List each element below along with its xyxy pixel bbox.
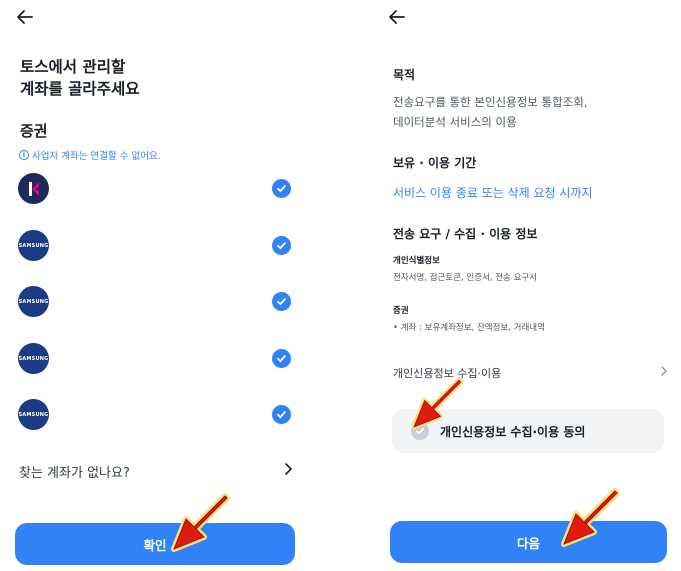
- page-title: 토스에서 관리할 계좌를 골라주세요: [20, 56, 139, 100]
- purpose-line-2: 데이터분석 서비스의 이용: [393, 115, 517, 129]
- selected-check-icon[interactable]: [272, 179, 291, 198]
- consent-screen: 목적 전송요구를 통한 본인신용정보 통합조회, 데이터분석 서비스의 이용 보…: [376, 0, 681, 571]
- chevron-right-icon: [283, 462, 293, 480]
- chevron-right-icon: [660, 365, 668, 380]
- notice-text: 사업자 계좌는 연결할 수 없어요.: [32, 151, 161, 162]
- missing-account-link[interactable]: 찾는 계좌가 없나요?: [19, 462, 293, 481]
- period-value: 서비스 이용 종료 또는 삭제 요청 시까지: [393, 186, 593, 200]
- back-button[interactable]: [386, 6, 408, 28]
- selected-check-icon[interactable]: [272, 405, 291, 424]
- samsung-logo-icon: SAMSUNG: [18, 399, 49, 430]
- red-arrow-annotation: [411, 377, 464, 430]
- confirm-button[interactable]: 확인: [15, 523, 295, 565]
- securities-value: • 계좌 : 보유계좌정보, 잔액정보, 거래내역: [393, 323, 545, 333]
- red-arrow-annotation: [561, 488, 620, 547]
- id-info-value: 전자서명, 접근토큰, 인증서, 전송 요구서: [393, 273, 538, 283]
- next-button[interactable]: 다음: [390, 521, 667, 563]
- account-row[interactable]: SAMSUNG: [18, 286, 292, 318]
- title-line-1: 토스에서 관리할: [20, 58, 126, 76]
- back-arrow-icon: [17, 10, 33, 24]
- samsung-logo-icon: SAMSUNG: [18, 286, 49, 317]
- purpose-line-1: 전송요구를 통한 본인신용정보 통합조회,: [393, 95, 588, 109]
- id-info-label: 개인식별정보: [393, 256, 440, 266]
- account-select-screen: 토스에서 관리할 계좌를 골라주세요 증권 i 사업자 계좌는 연결할 수 없어…: [0, 0, 306, 571]
- account-row[interactable]: SAMSUNG: [18, 343, 292, 375]
- title-line-2: 계좌를 골라주세요: [20, 80, 140, 98]
- purpose-text: 전송요구를 통한 본인신용정보 통합조회, 데이터분석 서비스의 이용: [393, 92, 587, 132]
- business-account-notice: i 사업자 계좌는 연결할 수 없어요.: [19, 148, 161, 162]
- selected-check-icon[interactable]: [272, 349, 291, 368]
- red-arrow-annotation: [171, 493, 230, 552]
- selected-check-icon[interactable]: [272, 236, 291, 255]
- account-row[interactable]: [18, 173, 292, 205]
- account-row[interactable]: SAMSUNG: [18, 230, 292, 262]
- account-row[interactable]: SAMSUNG: [18, 399, 292, 431]
- missing-account-label: 찾는 계좌가 없나요?: [19, 466, 130, 481]
- info-label: 전송 요구 / 수집 · 이용 정보: [393, 227, 538, 241]
- purpose-label: 목적: [393, 68, 416, 82]
- period-label: 보유 · 이용 기간: [393, 156, 477, 170]
- back-arrow-icon: [389, 10, 405, 24]
- info-icon: i: [19, 150, 29, 160]
- samsung-logo-icon: SAMSUNG: [18, 230, 49, 261]
- samsung-logo-icon: SAMSUNG: [18, 343, 49, 374]
- back-button[interactable]: [14, 6, 36, 28]
- selected-check-icon[interactable]: [272, 292, 291, 311]
- kiwoom-logo-icon: [18, 173, 49, 204]
- section-title: 증권: [20, 122, 48, 140]
- securities-label: 증권: [393, 306, 409, 316]
